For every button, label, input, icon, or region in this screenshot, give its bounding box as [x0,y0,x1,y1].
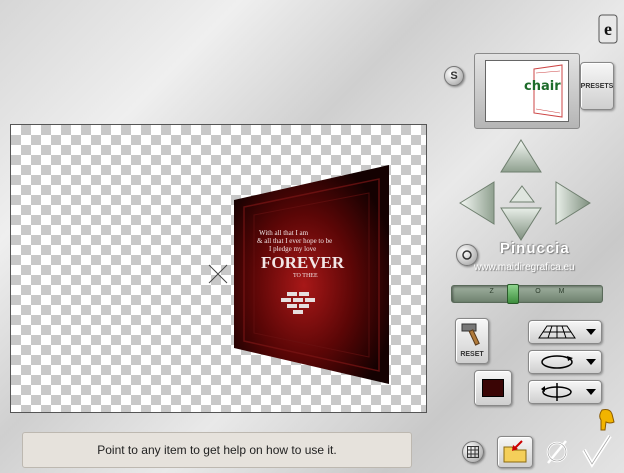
rotation-dropdown[interactable] [528,350,602,374]
preset-preview[interactable]: chair [474,53,580,129]
artwork-layer [208,165,389,384]
checkmark-icon [582,434,612,468]
perspective-grid-icon [538,325,576,339]
reset-label: RESET [460,351,484,358]
shuffle-button[interactable]: S [444,66,464,86]
help-button[interactable]: e [598,14,618,44]
cancel-icon [546,440,568,464]
reset-button[interactable]: RESET [455,318,489,364]
center-icon [509,185,535,203]
arrow-down-icon [500,207,542,241]
shuffle-label: S [450,70,458,82]
center-marker [208,264,228,284]
move-right-button[interactable] [554,180,592,226]
grid-button[interactable] [462,441,484,463]
arrow-right-icon [555,181,591,225]
move-left-button[interactable] [458,180,496,226]
rotation-icon [541,355,573,369]
arrow-up-icon [500,139,542,173]
color-swatch [482,379,504,397]
artwork-line2: & all that I ever hope to be [257,237,333,245]
flip-dropdown[interactable] [528,380,602,404]
artwork-title: FOREVER [261,253,345,272]
svg-text:e: e [604,19,612,39]
status-bar: Point to any item to get help on how to … [22,432,412,468]
cancel-button[interactable] [544,438,570,466]
presets-label: PRESETS [580,82,614,90]
canvas[interactable]: With all that I am & all that I ever hop… [10,124,427,413]
chevron-down-icon [586,329,596,335]
open-file-button[interactable] [497,436,533,468]
zoom-label: ZOOM [489,288,583,295]
grid-icon [467,446,479,458]
folder-icon [503,440,527,463]
center-button[interactable] [506,184,538,204]
arrow-left-icon [459,181,495,225]
preview-thumbnail-text: chair [524,79,561,94]
rotate-icon [462,250,472,260]
watermark-name: Pinuccia [500,240,570,257]
chevron-down-icon [586,389,596,395]
perspective-grid-dropdown[interactable] [528,320,602,344]
presets-button[interactable]: PRESETS [580,62,614,110]
watermark-url: www.maidiregrafica.eu [474,262,575,273]
move-up-button[interactable] [499,138,543,174]
preview-thumbnail: chair [485,60,569,122]
artwork-line3: I pledge my love [269,245,317,253]
zoom-slider-thumb[interactable] [507,284,519,304]
status-text: Point to any item to get help on how to … [97,443,337,457]
chevron-down-icon [586,359,596,365]
artwork-subtitle: TO THEE [293,273,318,279]
flip-icon [541,383,572,401]
ok-button[interactable] [580,434,614,468]
move-down-button[interactable] [499,206,543,242]
hammer-icon [461,323,480,346]
zoom-slider[interactable]: ZOOM [451,284,603,304]
help-icon: e [598,14,618,44]
artwork-line1: With all that I am [259,229,309,237]
color-picker-button[interactable] [474,370,512,406]
